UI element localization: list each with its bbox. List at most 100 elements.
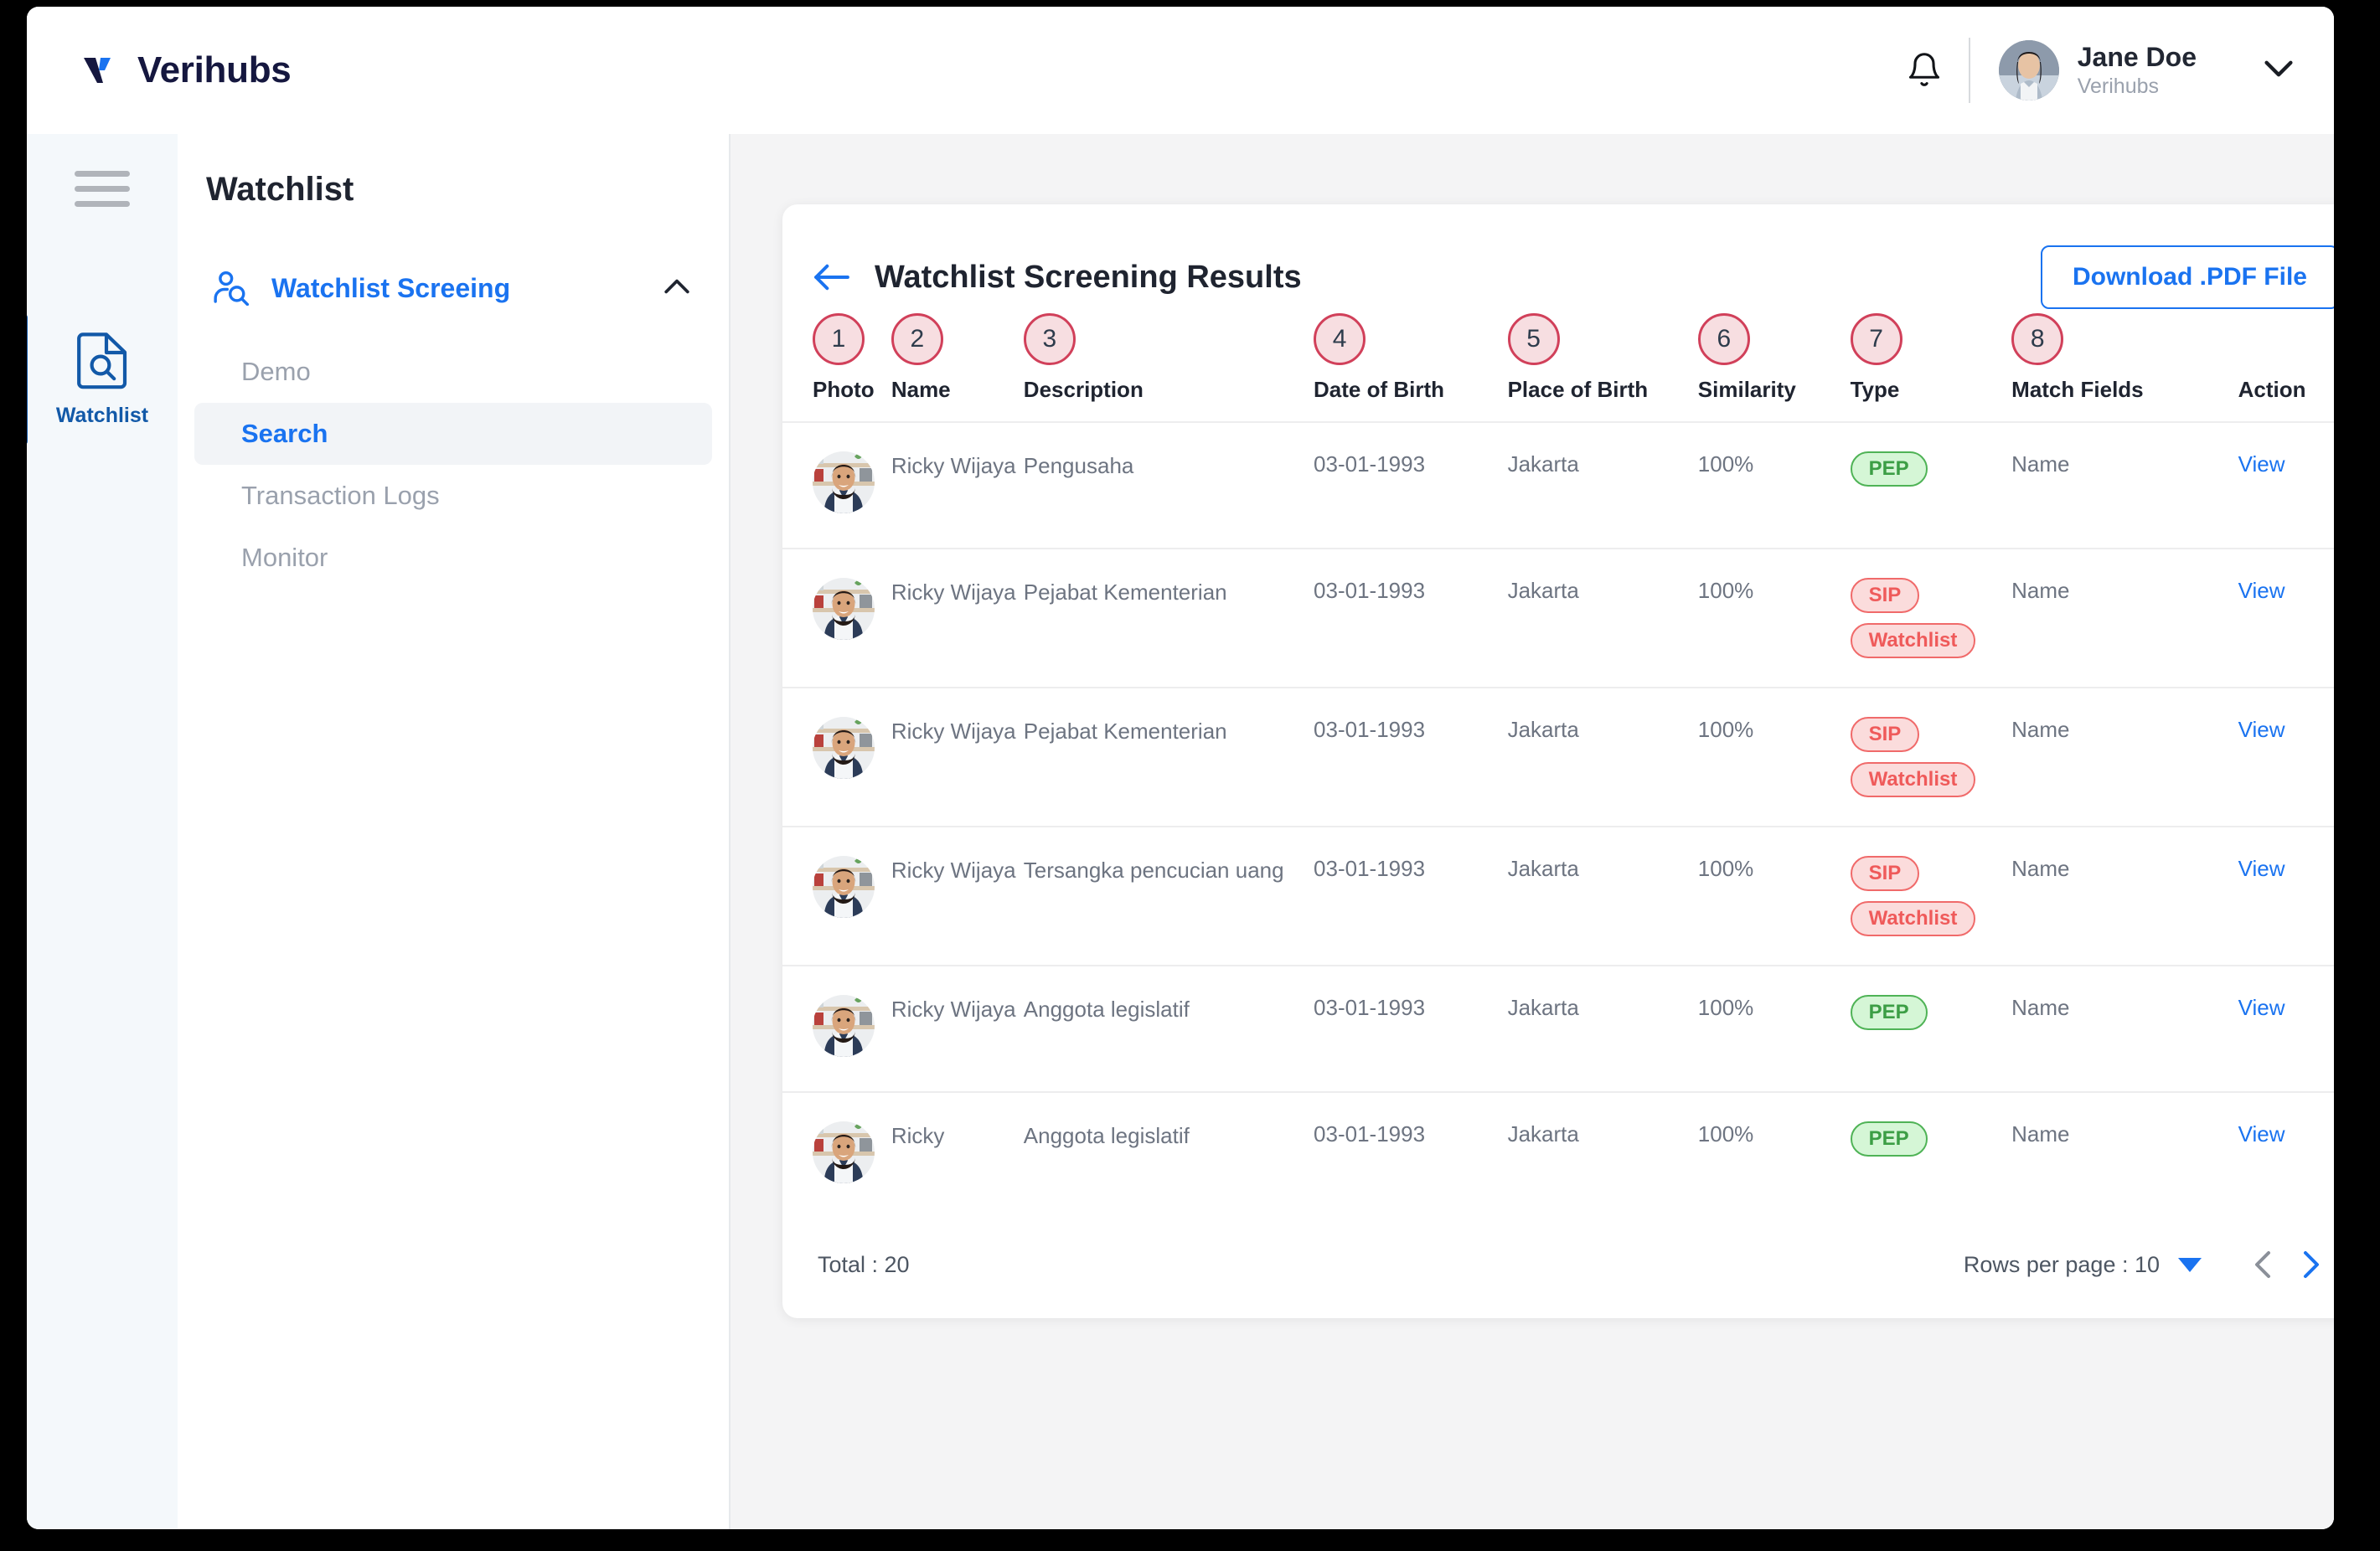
type-tag: PEP bbox=[1850, 995, 1928, 1030]
cell-photo bbox=[782, 826, 891, 966]
cell-similarity: 100% bbox=[1697, 687, 1851, 827]
th-match-fields: 8 Match Fields bbox=[2011, 313, 2238, 422]
column-badge: 6 bbox=[1697, 313, 1750, 365]
column-badge: 4 bbox=[1314, 313, 1366, 365]
chevron-right-icon[interactable] bbox=[2287, 1250, 2334, 1280]
person-avatar-image bbox=[813, 856, 875, 918]
type-tag: Watchlist bbox=[1850, 623, 1976, 658]
cell-action: View bbox=[2238, 965, 2334, 1092]
cell-description: Anggota legislatif bbox=[1023, 1091, 1314, 1218]
cell-photo bbox=[782, 687, 891, 827]
view-link[interactable]: View bbox=[2238, 717, 2285, 742]
th-label: Name bbox=[891, 377, 951, 402]
cell-photo bbox=[782, 1091, 891, 1218]
cell-photo bbox=[782, 965, 891, 1092]
document-search-icon bbox=[76, 329, 128, 394]
person-avatar-image bbox=[813, 717, 875, 779]
cell-match-fields: Name bbox=[2011, 1091, 2238, 1218]
type-tag: Watchlist bbox=[1850, 901, 1976, 936]
type-tag: PEP bbox=[1850, 451, 1928, 487]
cell-similarity: 100% bbox=[1697, 1091, 1851, 1218]
app-body: Watchlist Watchlist Watchlist Screeing D… bbox=[27, 134, 2334, 1529]
cell-name: Ricky Wijaya bbox=[891, 548, 1024, 688]
content-area: Watchlist Screening Results Download .PD… bbox=[731, 134, 2334, 1529]
total-count: Total : 20 bbox=[818, 1251, 910, 1277]
nav-item-demo[interactable]: Demo bbox=[194, 341, 712, 403]
cell-similarity: 100% bbox=[1697, 965, 1851, 1092]
th-label: Action bbox=[2238, 377, 2306, 402]
person-avatar-image bbox=[813, 578, 875, 640]
notification-bell-icon[interactable] bbox=[1898, 44, 1950, 96]
results-table-body: Ricky Wijaya Pengusaha 03-01-1993 Jakart… bbox=[782, 421, 2334, 1218]
hamburger-bar bbox=[75, 186, 130, 192]
user-menu[interactable]: Jane Doe Verihubs bbox=[1998, 40, 2294, 100]
cell-similarity: 100% bbox=[1697, 421, 1851, 549]
hamburger-menu-icon[interactable] bbox=[75, 171, 130, 207]
table-row: Ricky Wijaya Anggota legislatif 03-01-19… bbox=[782, 965, 2334, 1092]
cell-match-fields: Name bbox=[2011, 687, 2238, 827]
rail-item-watchlist[interactable]: Watchlist bbox=[27, 314, 178, 445]
top-header-bar: Verihubs Jane Doe Verihubs bbox=[27, 7, 2334, 134]
th-description: 3 Description bbox=[1023, 313, 1314, 422]
results-table: 1 Photo 2 Name 3 Description 4 Date of B… bbox=[782, 313, 2334, 1218]
arrow-left-icon[interactable] bbox=[813, 263, 851, 291]
th-type: 7 Type bbox=[1850, 313, 2012, 422]
table-row: Ricky Wijaya Pejabat Kementerian 03-01-1… bbox=[782, 548, 2334, 688]
user-meta: Jane Doe Verihubs bbox=[2078, 42, 2197, 99]
view-link[interactable]: View bbox=[2238, 578, 2285, 603]
th-label: Photo bbox=[813, 377, 875, 402]
type-tag: PEP bbox=[1850, 1121, 1928, 1157]
chevron-left-icon[interactable] bbox=[2238, 1250, 2287, 1280]
cell-description: Tersangka pencucian uang bbox=[1023, 826, 1314, 966]
cell-photo bbox=[782, 421, 891, 549]
th-label: Place of Birth bbox=[1507, 377, 1649, 402]
person-avatar-image bbox=[813, 995, 875, 1057]
th-place-of-birth: 5 Place of Birth bbox=[1507, 313, 1698, 422]
view-link[interactable]: View bbox=[2238, 856, 2285, 881]
nav-item-monitor[interactable]: Monitor bbox=[194, 527, 712, 589]
person-avatar-image bbox=[813, 451, 875, 513]
nav-group-watchlist-screening[interactable]: Watchlist Screeing bbox=[178, 271, 729, 306]
cell-similarity: 100% bbox=[1697, 826, 1851, 966]
person-avatar-image bbox=[813, 1121, 875, 1183]
results-card-header: Watchlist Screening Results Download .PD… bbox=[782, 241, 2334, 313]
rows-per-page-dropdown[interactable] bbox=[2178, 1257, 2202, 1272]
section-nav-panel: Watchlist Watchlist Screeing Demo Search bbox=[178, 134, 731, 1529]
hamburger-bar bbox=[75, 171, 130, 177]
header-right-cluster: Jane Doe Verihubs bbox=[1898, 38, 2294, 103]
nav-item-transaction-logs[interactable]: Transaction Logs bbox=[194, 465, 712, 527]
cell-type: SIP Watchlist bbox=[1850, 548, 2012, 688]
header-divider bbox=[1968, 38, 1970, 103]
view-link[interactable]: View bbox=[2238, 995, 2285, 1020]
chevron-down-icon[interactable] bbox=[2264, 59, 2294, 82]
download-pdf-button[interactable]: Download .PDF File bbox=[2040, 245, 2334, 309]
th-label: Date of Birth bbox=[1314, 377, 1445, 402]
cell-match-fields: Name bbox=[2011, 421, 2238, 549]
brand-logo[interactable]: Verihubs bbox=[79, 49, 292, 92]
cell-type: SIP Watchlist bbox=[1850, 687, 2012, 827]
th-photo: 1 Photo bbox=[782, 313, 891, 422]
v-logo-icon bbox=[79, 49, 122, 92]
table-row: Ricky Wijaya Pengusaha 03-01-1993 Jakart… bbox=[782, 421, 2334, 549]
page-title: Watchlist bbox=[206, 171, 354, 208]
nav-item-search[interactable]: Search bbox=[194, 403, 712, 465]
cell-date-of-birth: 03-01-1993 bbox=[1314, 548, 1508, 688]
cell-place-of-birth: Jakarta bbox=[1507, 965, 1698, 1092]
table-footer: Total : 20 Rows per page : 10 bbox=[782, 1218, 2334, 1318]
cell-description: Pejabat Kementerian bbox=[1023, 687, 1314, 827]
cell-type: PEP bbox=[1850, 421, 2012, 549]
column-badge: 2 bbox=[891, 313, 943, 365]
nav-group-label: Watchlist Screeing bbox=[271, 272, 511, 303]
cell-photo bbox=[782, 548, 891, 688]
th-label: Description bbox=[1023, 377, 1144, 402]
view-link[interactable]: View bbox=[2238, 1121, 2285, 1147]
th-label: Match Fields bbox=[2011, 377, 2144, 402]
cell-date-of-birth: 03-01-1993 bbox=[1314, 687, 1508, 827]
avatar bbox=[1998, 40, 2059, 100]
cell-similarity: 100% bbox=[1697, 548, 1851, 688]
cell-type: SIP Watchlist bbox=[1850, 826, 2012, 966]
chevron-up-icon[interactable] bbox=[663, 278, 690, 299]
brand-name: Verihubs bbox=[137, 49, 292, 90]
icon-rail: Watchlist bbox=[27, 134, 178, 1529]
view-link[interactable]: View bbox=[2238, 451, 2285, 477]
